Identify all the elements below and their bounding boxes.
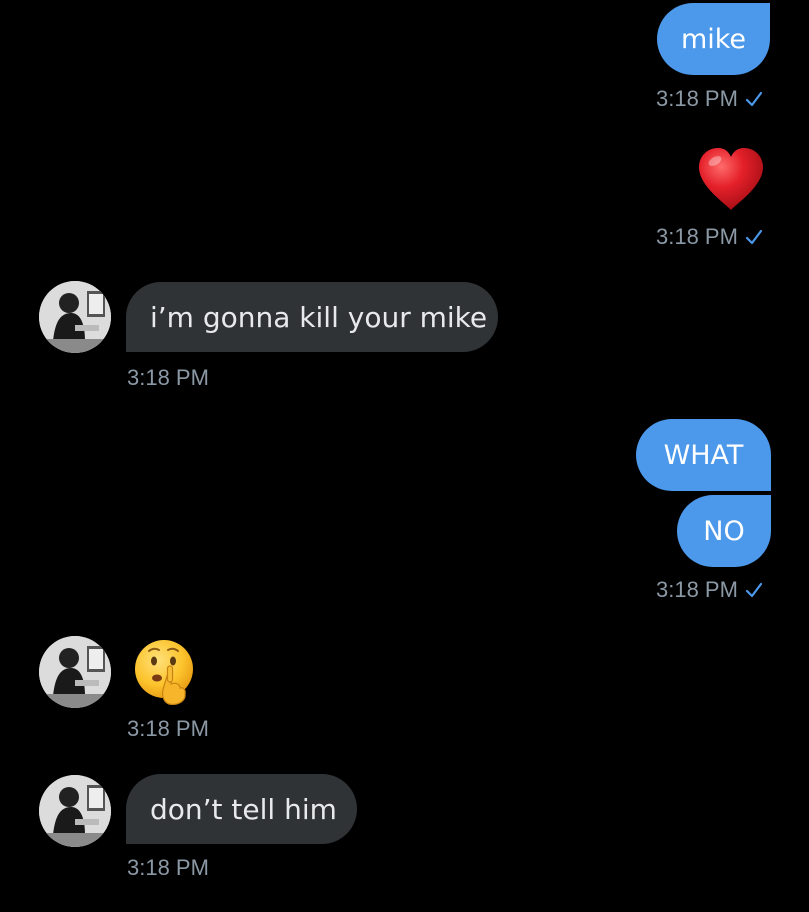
message-meta: 3:18 PM <box>656 224 764 250</box>
message-meta: 3:18 PM <box>127 716 209 742</box>
sender-avatar[interactable] <box>39 775 111 847</box>
shushing-face-icon[interactable] <box>131 638 197 706</box>
read-check-icon <box>745 229 763 245</box>
message-meta: 3:18 PM <box>127 365 209 391</box>
incoming-message-bubble[interactable]: i’m gonna kill your mike <box>126 282 498 352</box>
message-meta: 3:18 PM <box>656 577 764 603</box>
message-text: don’t tell him <box>150 792 337 826</box>
message-meta: 3:18 PM <box>127 855 209 881</box>
message-timestamp: 3:18 PM <box>127 716 209 741</box>
outgoing-message-bubble[interactable]: NO <box>677 495 771 567</box>
message-text: WHAT <box>663 439 744 471</box>
message-timestamp: 3:18 PM <box>656 577 738 602</box>
red-heart-icon[interactable] <box>696 146 766 212</box>
message-timestamp: 3:18 PM <box>127 365 209 390</box>
sender-avatar[interactable] <box>39 636 111 708</box>
message-meta: 3:18 PM <box>656 86 764 112</box>
message-timestamp: 3:18 PM <box>656 224 738 249</box>
incoming-message-bubble[interactable]: don’t tell him <box>126 774 357 844</box>
read-check-icon <box>745 91 763 107</box>
outgoing-message-bubble[interactable]: mike <box>657 3 770 75</box>
message-text: mike <box>680 23 747 55</box>
message-timestamp: 3:18 PM <box>656 86 738 111</box>
message-timestamp: 3:18 PM <box>127 855 209 880</box>
sender-avatar[interactable] <box>39 281 111 353</box>
read-check-icon <box>745 582 763 598</box>
message-text: i’m gonna kill your mike <box>150 300 488 334</box>
outgoing-message-bubble[interactable]: WHAT <box>636 419 771 491</box>
message-text: NO <box>703 515 745 547</box>
